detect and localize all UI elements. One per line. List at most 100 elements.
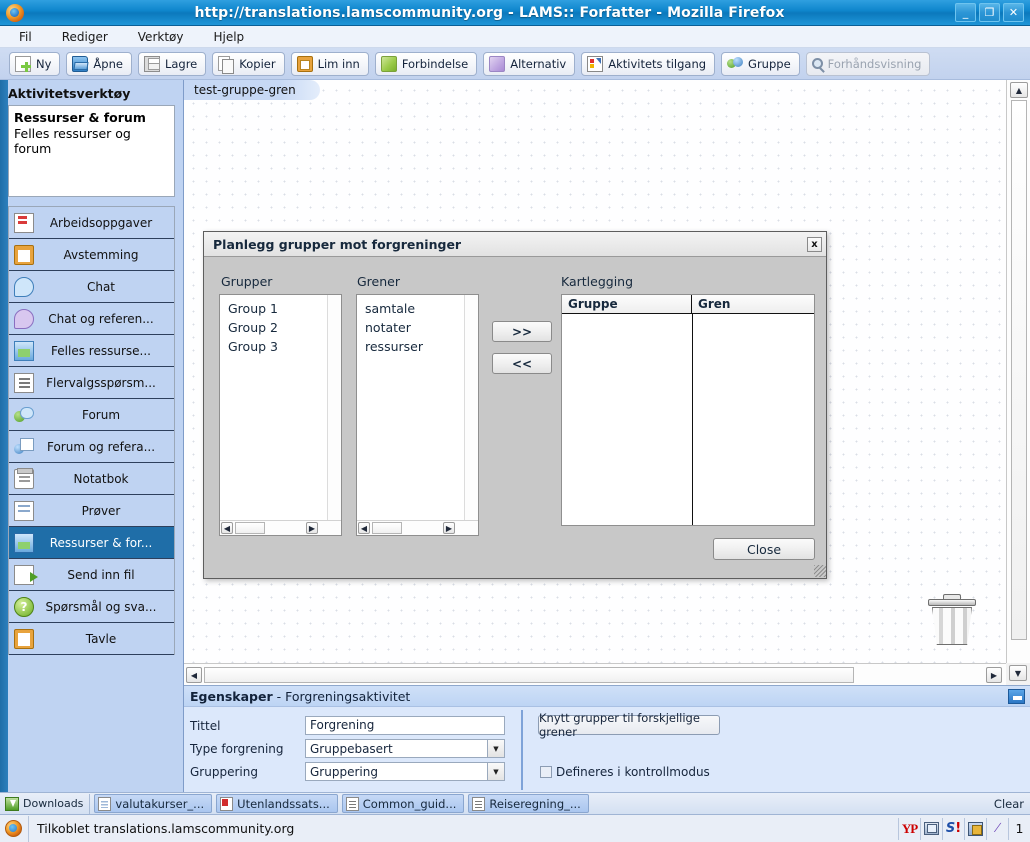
sidebar-item-avstemming[interactable]: Avstemming (9, 239, 174, 271)
column-header-gren[interactable]: Gren (692, 295, 814, 313)
alternative-button[interactable]: Alternativ (483, 51, 576, 76)
menu-item-hjelp[interactable]: Hjelp (210, 29, 247, 45)
status-text: Tilkoblet translations.lamscommunity.org (28, 815, 898, 842)
sidebar-item-chat-og-referanse[interactable]: Chat og referen... (9, 303, 174, 335)
list-item[interactable]: Group 3 (220, 337, 341, 356)
groups-label: Grupper (221, 274, 273, 289)
downloads-label-group[interactable]: Downloads (2, 793, 91, 814)
mapping-table-body[interactable] (562, 314, 814, 525)
link-groups-to-branches-button[interactable]: Knytt grupper til forskjellige grener (538, 711, 720, 739)
window-left-edge (0, 80, 8, 792)
skype-icon[interactable]: S! (942, 817, 964, 840)
sidebar-item-forum[interactable]: Forum (9, 399, 174, 431)
taskbar-item-valutakurser[interactable]: valutakurser_... (94, 794, 213, 813)
traffic-light-icon (587, 55, 604, 72)
scroll-right-button[interactable]: ▶ (306, 522, 318, 534)
menu-item-rediger[interactable]: Rediger (59, 29, 111, 45)
pen-icon[interactable]: ∕ (986, 817, 1008, 840)
scroll-thumb[interactable] (372, 522, 402, 534)
close-dialog-button[interactable]: Close (713, 538, 815, 560)
sidebar-item-label: Chat og referen... (48, 311, 154, 326)
close-button[interactable]: ✕ (1003, 3, 1024, 22)
add-mapping-button[interactable]: >> (492, 321, 552, 342)
window-manager-icon[interactable] (920, 817, 942, 840)
minimize-button[interactable]: _ (955, 3, 976, 22)
minimize-panel-icon[interactable] (1008, 688, 1025, 704)
group-button[interactable]: Gruppe (721, 51, 800, 76)
sidebar-item-prover[interactable]: Prøver (9, 495, 174, 527)
taskbar-item-common-guid[interactable]: Common_guid... (341, 794, 465, 813)
scroll-left-button[interactable]: ◀ (186, 667, 202, 683)
paste-button[interactable]: Lim inn (290, 51, 369, 76)
sidebar-item-sporsmal-og-svar[interactable]: Spørsmål og sva... (9, 591, 174, 623)
sidebar-item-label: Tavle (85, 631, 117, 646)
chevron-down-icon[interactable]: ▼ (487, 763, 504, 780)
tittel-input[interactable]: Forgrening (305, 716, 505, 735)
sidebar-item-notatbok[interactable]: Notatbok (9, 463, 174, 495)
preview-button[interactable]: Forhåndsvisning (805, 51, 931, 76)
dialog-close-icon[interactable]: x (807, 236, 822, 252)
list-item[interactable]: ressurser (357, 337, 478, 356)
menu-item-fil[interactable]: Fil (16, 29, 35, 45)
scroll-right-button[interactable]: ▶ (443, 522, 455, 534)
sidebar-item-arbeidsoppgaver[interactable]: Arbeidsoppgaver (9, 207, 174, 239)
branches-horizontal-scrollbar[interactable]: ◀ ▶ (357, 520, 478, 535)
sidebar-item-label: Felles ressurse... (51, 343, 151, 358)
taskbar-item-label: Utenlandssats... (237, 796, 330, 811)
activity-access-button[interactable]: Aktivitets tilgang (581, 51, 716, 76)
menu-item-verktoy[interactable]: Verktøy (135, 29, 187, 45)
sidebar-item-chat[interactable]: Chat (9, 271, 174, 303)
new-button[interactable]: Ny (9, 51, 61, 76)
sidebar-item-flervalgssporsmal[interactable]: Flervalgsspørsm... (9, 367, 174, 399)
control-mode-label: Defineres i kontrollmodus (556, 765, 710, 779)
trash-can-icon[interactable] (926, 594, 978, 647)
scroll-right-button[interactable]: ▶ (986, 667, 1002, 683)
taskbar-item-reiseregning[interactable]: Reiseregning_... (468, 794, 589, 813)
gruppering-select[interactable]: Gruppering ▼ (305, 762, 505, 781)
yahoo-pops-icon[interactable]: YP (898, 817, 920, 840)
vscroll-thumb[interactable] (1011, 100, 1027, 640)
control-mode-checkbox[interactable] (540, 766, 552, 778)
sidebar-item-felles-ressurser[interactable]: Felles ressurse... (9, 335, 174, 367)
canvas-vertical-scrollbar[interactable]: ▲ (1006, 80, 1030, 663)
sequence-tab[interactable]: test-gruppe-gren (184, 80, 320, 100)
list-item[interactable]: Group 2 (220, 318, 341, 337)
taskbar-item-utenlandssats[interactable]: Utenlandssats... (216, 794, 338, 813)
connection-button[interactable]: Forbindelse (374, 51, 478, 76)
mapping-table[interactable]: Gruppe Gren (561, 294, 815, 526)
chevron-down-icon[interactable]: ▼ (487, 740, 504, 757)
open-button[interactable]: Åpne (66, 51, 132, 76)
task-icon (14, 212, 34, 233)
sidebar-item-forum-og-referanse[interactable]: Forum og refera... (9, 431, 174, 463)
list-item[interactable]: notater (357, 318, 478, 337)
copy-button[interactable]: Kopier (212, 51, 285, 76)
sidebar-item-ressurser-forum[interactable]: Ressurser & for... (9, 527, 174, 559)
canvas-horizontal-scrollbar[interactable]: ◀ ▶ (184, 663, 1006, 685)
scroll-up-button[interactable]: ▲ (1010, 82, 1028, 98)
connection-button-label: Forbindelse (401, 56, 469, 71)
scroll-down-button[interactable]: ▼ (1009, 665, 1027, 681)
groups-horizontal-scrollbar[interactable]: ◀ ▶ (220, 520, 341, 535)
sidebar-item-tavle[interactable]: Tavle (9, 623, 174, 655)
clear-downloads-button[interactable]: Clear (994, 797, 1024, 811)
list-item[interactable]: Group 1 (220, 299, 341, 318)
alternative-button-label: Alternativ (510, 56, 567, 71)
list-item[interactable]: samtale (357, 299, 478, 318)
scroll-thumb[interactable] (235, 522, 265, 534)
groups-listbox[interactable]: Group 1 Group 2 Group 3 ◀ ▶ (219, 294, 342, 536)
notes-icon[interactable] (964, 817, 986, 840)
type-forgrening-label: Type forgrening (190, 741, 284, 756)
dialog-resize-handle[interactable] (814, 565, 826, 577)
branch-group-mapping-dialog: Planlegg grupper mot forgreninger x Grup… (203, 231, 827, 579)
column-header-gruppe[interactable]: Gruppe (562, 295, 692, 313)
branches-listbox[interactable]: samtale notater ressurser ◀ ▶ (356, 294, 479, 536)
workspace-number[interactable]: 1 (1008, 817, 1030, 840)
maximize-button[interactable]: ❐ (979, 3, 1000, 22)
type-forgrening-select[interactable]: Gruppebasert ▼ (305, 739, 505, 758)
hscroll-thumb[interactable] (204, 667, 854, 683)
sidebar-item-send-inn-fil[interactable]: Send inn fil (9, 559, 174, 591)
save-button[interactable]: Lagre (137, 51, 207, 76)
remove-mapping-button[interactable]: << (492, 353, 552, 374)
scroll-left-button[interactable]: ◀ (358, 522, 370, 534)
scroll-left-button[interactable]: ◀ (221, 522, 233, 534)
